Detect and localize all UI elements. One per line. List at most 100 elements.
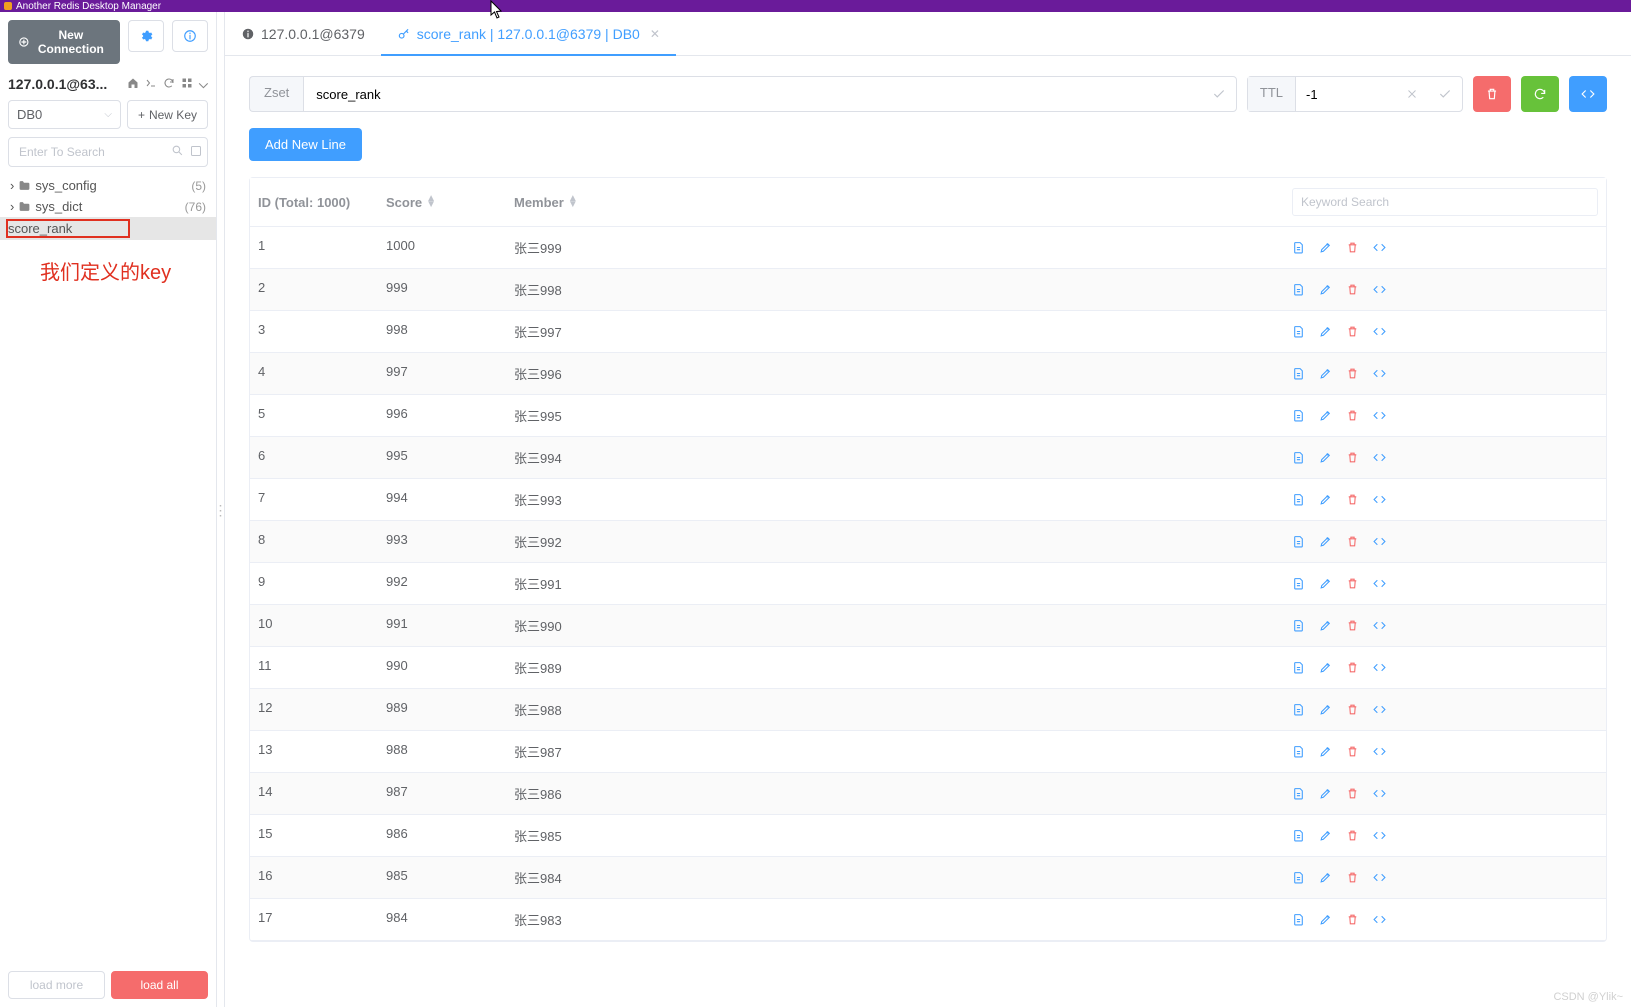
detail-button[interactable] [1292,787,1305,800]
settings-button[interactable] [128,20,164,52]
type-select[interactable]: Zset [249,76,303,112]
edit-button[interactable] [1319,451,1332,464]
code-button[interactable] [1373,661,1386,674]
delete-key-button[interactable] [1473,76,1511,112]
delete-button[interactable] [1346,535,1359,548]
code-button[interactable] [1373,829,1386,842]
edit-button[interactable] [1319,367,1332,380]
delete-button[interactable] [1346,577,1359,590]
tree-folder[interactable]: › sys_dict(76) [0,196,216,217]
code-button[interactable] [1373,703,1386,716]
edit-button[interactable] [1319,703,1332,716]
key-name-input[interactable] [304,77,1202,111]
code-button[interactable] [1373,451,1386,464]
refresh-button[interactable] [1521,76,1559,112]
code-button[interactable] [1373,787,1386,800]
delete-button[interactable] [1346,787,1359,800]
detail-button[interactable] [1292,367,1305,380]
ttl-clear-button[interactable] [1396,77,1428,111]
code-button[interactable] [1569,76,1607,112]
delete-button[interactable] [1346,367,1359,380]
edit-button[interactable] [1319,829,1332,842]
col-header-member[interactable]: Member ▲▼ [506,178,1284,226]
keyword-search-input[interactable] [1292,188,1598,216]
grid-icon[interactable] [181,77,193,92]
detail-button[interactable] [1292,241,1305,254]
edit-button[interactable] [1319,661,1332,674]
code-button[interactable] [1373,535,1386,548]
delete-button[interactable] [1346,913,1359,926]
edit-button[interactable] [1319,871,1332,884]
ttl-input[interactable] [1296,77,1396,111]
code-button[interactable] [1373,367,1386,380]
refresh-icon[interactable] [163,77,175,92]
edit-button[interactable] [1319,325,1332,338]
detail-button[interactable] [1292,871,1305,884]
sidebar-resizer[interactable]: ⋮ [217,12,225,1007]
add-new-line-button[interactable]: Add New Line [249,128,362,161]
delete-button[interactable] [1346,619,1359,632]
new-connection-button[interactable]: New Connection [8,20,120,64]
delete-button[interactable] [1346,241,1359,254]
chevron-down-icon[interactable]: ⌵ [199,77,208,92]
detail-button[interactable] [1292,325,1305,338]
load-all-button[interactable]: load all [111,971,208,999]
detail-button[interactable] [1292,661,1305,674]
edit-button[interactable] [1319,913,1332,926]
code-button[interactable] [1373,241,1386,254]
delete-button[interactable] [1346,451,1359,464]
detail-button[interactable] [1292,535,1305,548]
detail-button[interactable] [1292,703,1305,716]
edit-button[interactable] [1319,241,1332,254]
code-button[interactable] [1373,619,1386,632]
delete-button[interactable] [1346,325,1359,338]
detail-button[interactable] [1292,283,1305,296]
delete-button[interactable] [1346,871,1359,884]
edit-button[interactable] [1319,787,1332,800]
detail-button[interactable] [1292,619,1305,632]
checkbox-icon[interactable] [190,145,202,157]
code-button[interactable] [1373,913,1386,926]
log-button[interactable] [172,20,208,52]
code-button[interactable] [1373,409,1386,422]
delete-button[interactable] [1346,493,1359,506]
new-key-button[interactable]: + New Key [127,100,208,129]
delete-button[interactable] [1346,703,1359,716]
home-icon[interactable] [127,77,139,92]
detail-button[interactable] [1292,829,1305,842]
code-button[interactable] [1373,325,1386,338]
delete-button[interactable] [1346,745,1359,758]
col-header-id[interactable]: ID (Total: 1000) [250,178,378,226]
key-confirm-button[interactable] [1202,77,1236,111]
edit-button[interactable] [1319,577,1332,590]
code-button[interactable] [1373,871,1386,884]
tree-key-selected[interactable]: score_rank [0,217,216,240]
delete-button[interactable] [1346,829,1359,842]
detail-button[interactable] [1292,409,1305,422]
detail-button[interactable] [1292,913,1305,926]
tab[interactable]: score_rank | 127.0.0.1@6379 | DB0✕ [381,12,676,55]
connection-label[interactable]: 127.0.0.1@63... [8,76,107,92]
detail-button[interactable] [1292,493,1305,506]
delete-button[interactable] [1346,283,1359,296]
detail-button[interactable] [1292,577,1305,590]
code-button[interactable] [1373,493,1386,506]
terminal-icon[interactable] [145,77,157,92]
col-header-score[interactable]: Score ▲▼ [378,178,506,226]
code-button[interactable] [1373,283,1386,296]
tab[interactable]: 127.0.0.1@6379 [225,12,381,55]
detail-button[interactable] [1292,451,1305,464]
delete-button[interactable] [1346,409,1359,422]
edit-button[interactable] [1319,283,1332,296]
detail-button[interactable] [1292,745,1305,758]
edit-button[interactable] [1319,535,1332,548]
search-icon[interactable] [171,144,184,157]
edit-button[interactable] [1319,409,1332,422]
db-select[interactable]: DB0 ⌵ [8,100,121,129]
edit-button[interactable] [1319,745,1332,758]
code-button[interactable] [1373,745,1386,758]
ttl-confirm-button[interactable] [1428,77,1462,111]
edit-button[interactable] [1319,493,1332,506]
edit-button[interactable] [1319,619,1332,632]
close-icon[interactable]: ✕ [650,27,660,41]
